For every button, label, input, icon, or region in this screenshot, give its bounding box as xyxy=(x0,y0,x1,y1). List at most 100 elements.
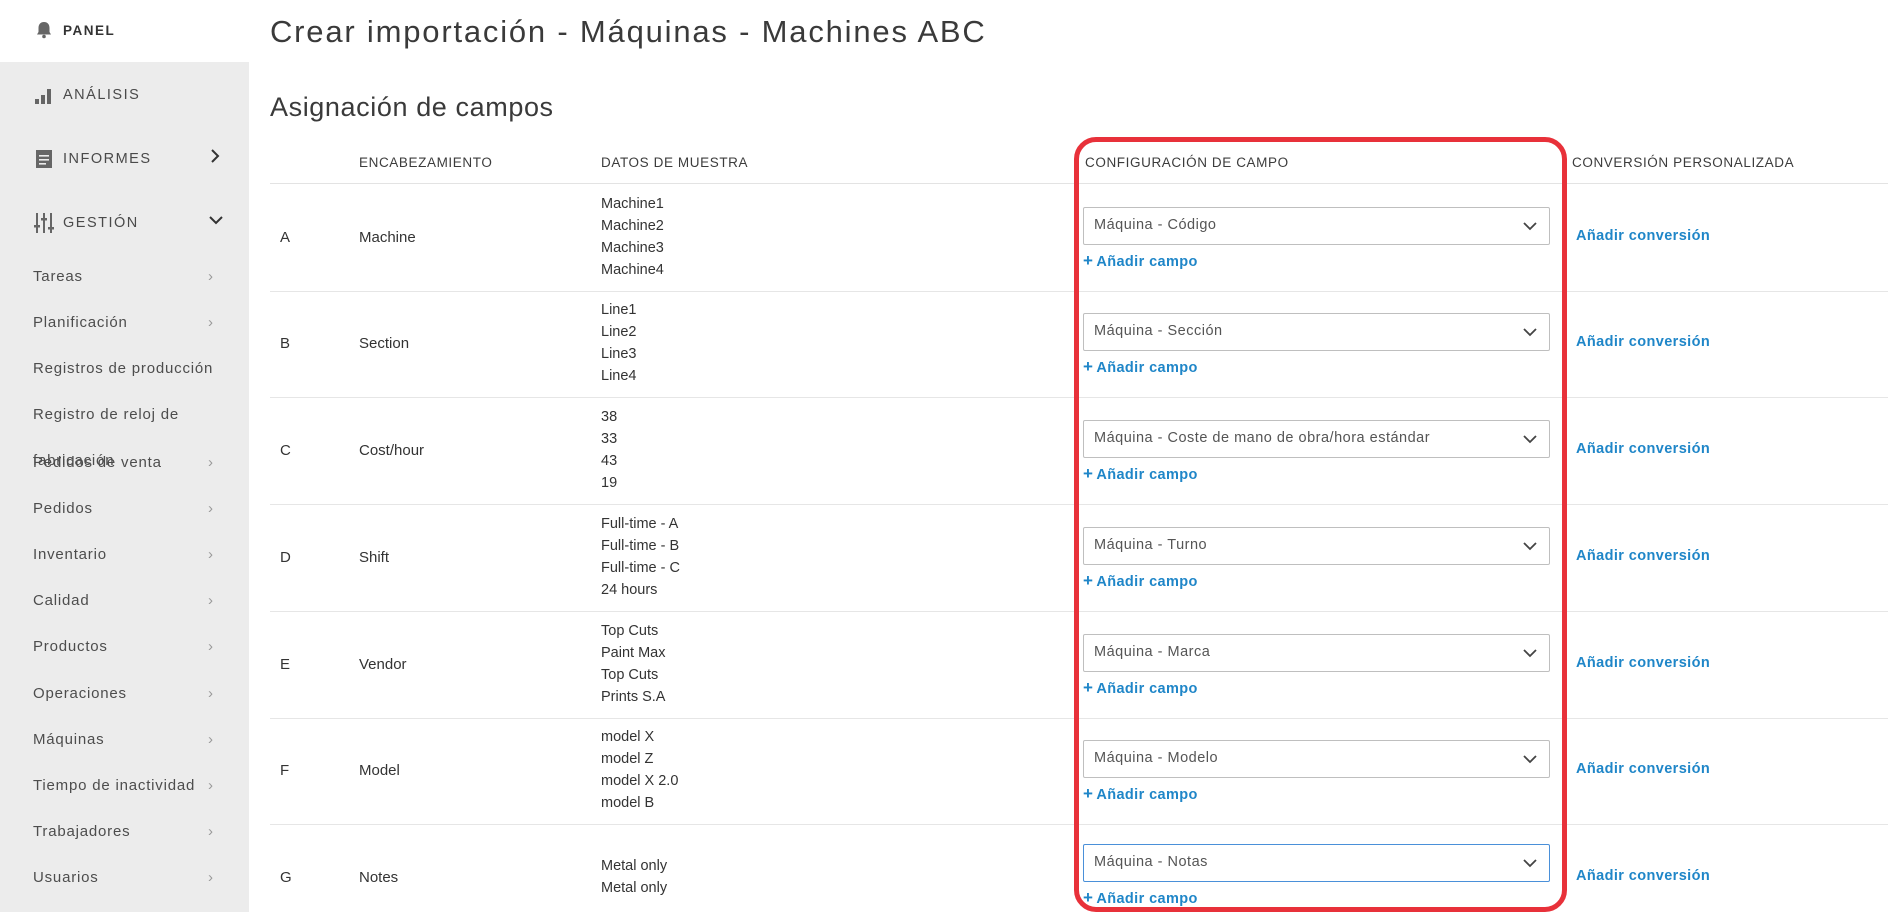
sample-value: Prints S.A xyxy=(601,689,666,705)
chevron-down-icon xyxy=(1521,537,1539,555)
sidebar-item-reports[interactable]: INFORMES xyxy=(33,148,152,170)
table-row: A Machine Machine1 Machine2 Machine3 Machine4… xyxy=(270,185,1888,292)
field-config-select[interactable]: Máquina - Coste de mano de obra/hora est… xyxy=(1083,420,1550,458)
add-conversion-link[interactable]: Añadir conversión xyxy=(1576,655,1710,671)
field-config-value: Máquina - Código xyxy=(1094,217,1217,233)
table-row: B Section Line1 Line2 Line3 Line4 Máquina - Se… xyxy=(270,291,1888,398)
add-field-link[interactable]: + Añadir campo xyxy=(1083,251,1198,271)
add-field-link[interactable]: + Añadir campo xyxy=(1083,571,1198,591)
sample-value: Line1 xyxy=(601,302,637,318)
sample-value: Top Cuts xyxy=(601,623,659,639)
row-heading: Shift xyxy=(359,549,390,566)
sidebar-subitem-usuarios[interactable]: Usuarios xyxy=(33,869,99,886)
chevron-right-icon: › xyxy=(208,546,213,563)
sidebar-subitem-productos[interactable]: Productos xyxy=(33,638,108,655)
field-config-select[interactable]: Máquina - Código xyxy=(1083,207,1550,245)
column-header-sample-data: DATOS DE MUESTRA xyxy=(601,155,749,170)
sidebar-subitem-inventario[interactable]: Inventario xyxy=(33,546,107,563)
sample-value: 43 xyxy=(601,453,618,469)
chevron-right-icon: › xyxy=(208,268,213,285)
sidebar-subitem-trabajadores[interactable]: Trabajadores xyxy=(33,823,130,840)
add-conversion-link[interactable]: Añadir conversión xyxy=(1576,228,1710,244)
chevron-right-icon: › xyxy=(208,454,213,471)
sample-value: Metal only xyxy=(601,858,668,874)
sample-value: Machine3 xyxy=(601,240,664,256)
sample-value: 38 xyxy=(601,409,618,425)
add-conversion-link[interactable]: Añadir conversión xyxy=(1576,761,1710,777)
sample-value: Paint Max xyxy=(601,645,666,661)
chevron-right-icon: › xyxy=(208,314,213,331)
add-field-link[interactable]: + Añadir campo xyxy=(1083,784,1198,804)
column-header-custom-conversion: CONVERSIÓN PERSONALIZADA xyxy=(1572,155,1795,170)
sample-value: model B xyxy=(601,795,655,811)
add-field-link[interactable]: + Añadir campo xyxy=(1083,888,1198,908)
table-row: F Model model X model Z model X 2.0 model B Má… xyxy=(270,718,1888,825)
field-config-value: Máquina - Turno xyxy=(1094,537,1208,553)
sidebar-subitem-pedidos-venta[interactable]: Pedidos de venta xyxy=(33,454,162,471)
sidebar-item-panel[interactable]: PANEL xyxy=(33,19,115,41)
add-conversion-link[interactable]: Añadir conversión xyxy=(1576,868,1710,884)
chevron-down-icon xyxy=(1521,323,1539,341)
sidebar-item-management[interactable]: GESTIÓN xyxy=(33,212,139,234)
add-field-label: Añadir campo xyxy=(1096,787,1198,803)
chevron-right-icon: › xyxy=(208,500,213,517)
field-config-select[interactable]: Máquina - Modelo xyxy=(1083,740,1550,778)
sidebar-subitem-registro-reloj[interactable]: Registro de reloj de xyxy=(33,406,179,423)
add-conversion-link[interactable]: Añadir conversión xyxy=(1576,334,1710,350)
plus-icon: + xyxy=(1083,357,1094,376)
add-field-label: Añadir campo xyxy=(1096,574,1198,590)
field-config-value: Máquina - Marca xyxy=(1094,644,1211,660)
add-field-link[interactable]: + Añadir campo xyxy=(1083,678,1198,698)
field-config-select[interactable]: Máquina - Notas xyxy=(1083,844,1550,882)
sidebar-subitem-calidad[interactable]: Calidad xyxy=(33,592,89,609)
plus-icon: + xyxy=(1083,888,1094,907)
add-conversion-link[interactable]: Añadir conversión xyxy=(1576,441,1710,457)
sample-value: model X xyxy=(601,729,655,745)
sidebar-subitem-tiempo-inactividad[interactable]: Tiempo de inactividad xyxy=(33,777,195,794)
row-letter: C xyxy=(280,442,291,459)
chevron-right-icon: › xyxy=(208,731,213,748)
sample-data-list: Metal only Metal only xyxy=(601,855,667,899)
sliders-icon xyxy=(33,212,55,234)
row-heading: Cost/hour xyxy=(359,442,425,459)
table-row: D Shift Full-time - A Full-time - B Full-tim… xyxy=(270,505,1888,612)
row-letter: B xyxy=(280,335,291,352)
sidebar-subitem-registros-produccion[interactable]: Registros de producción xyxy=(33,360,213,377)
chevron-down-icon xyxy=(208,212,224,233)
sidebar-subitem-operaciones[interactable]: Operaciones xyxy=(33,685,127,702)
page-title: Crear importación - Máquinas - Machines … xyxy=(270,14,987,49)
add-field-link[interactable]: + Añadir campo xyxy=(1083,357,1198,377)
add-field-label: Añadir campo xyxy=(1096,360,1198,376)
add-field-label: Añadir campo xyxy=(1096,254,1198,270)
row-heading: Notes xyxy=(359,869,399,886)
bar-chart-icon xyxy=(33,84,55,106)
column-header-field-config: CONFIGURACIÓN DE CAMPO xyxy=(1085,155,1289,170)
sidebar-subitem-planificacion[interactable]: Planificación xyxy=(33,314,128,331)
add-field-label: Añadir campo xyxy=(1096,681,1198,697)
field-config-select[interactable]: Máquina - Sección xyxy=(1083,313,1550,351)
add-field-label: Añadir campo xyxy=(1096,467,1198,483)
chevron-right-icon: › xyxy=(208,823,213,840)
add-field-label: Añadir campo xyxy=(1096,891,1198,907)
field-config-value: Máquina - Sección xyxy=(1094,323,1223,339)
chevron-right-icon: › xyxy=(208,869,213,886)
sample-data-list: Line1 Line2 Line3 Line4 xyxy=(601,299,636,387)
sidebar-item-analysis[interactable]: ANÁLISIS xyxy=(33,84,140,106)
field-config-select[interactable]: Máquina - Turno xyxy=(1083,527,1550,565)
sidebar-subitem-pedidos[interactable]: Pedidos xyxy=(33,500,93,517)
add-field-link[interactable]: + Añadir campo xyxy=(1083,464,1198,484)
field-config-value: Máquina - Notas xyxy=(1094,854,1208,870)
sidebar-subitem-maquinas[interactable]: Máquinas xyxy=(33,731,104,748)
sidebar-subitem-tareas[interactable]: Tareas xyxy=(33,268,83,285)
sample-value: 33 xyxy=(601,431,618,447)
sample-data-list: Full-time - A Full-time - B Full-time - C 2… xyxy=(601,513,680,601)
bell-icon xyxy=(33,19,55,41)
document-icon xyxy=(33,148,55,170)
sample-value: Metal only xyxy=(601,880,668,896)
sample-value: Line3 xyxy=(601,346,637,362)
field-config-select[interactable]: Máquina - Marca xyxy=(1083,634,1550,672)
row-heading: Vendor xyxy=(359,656,407,673)
add-conversion-link[interactable]: Añadir conversión xyxy=(1576,548,1710,564)
row-letter: F xyxy=(280,762,290,779)
row-heading: Model xyxy=(359,762,400,779)
